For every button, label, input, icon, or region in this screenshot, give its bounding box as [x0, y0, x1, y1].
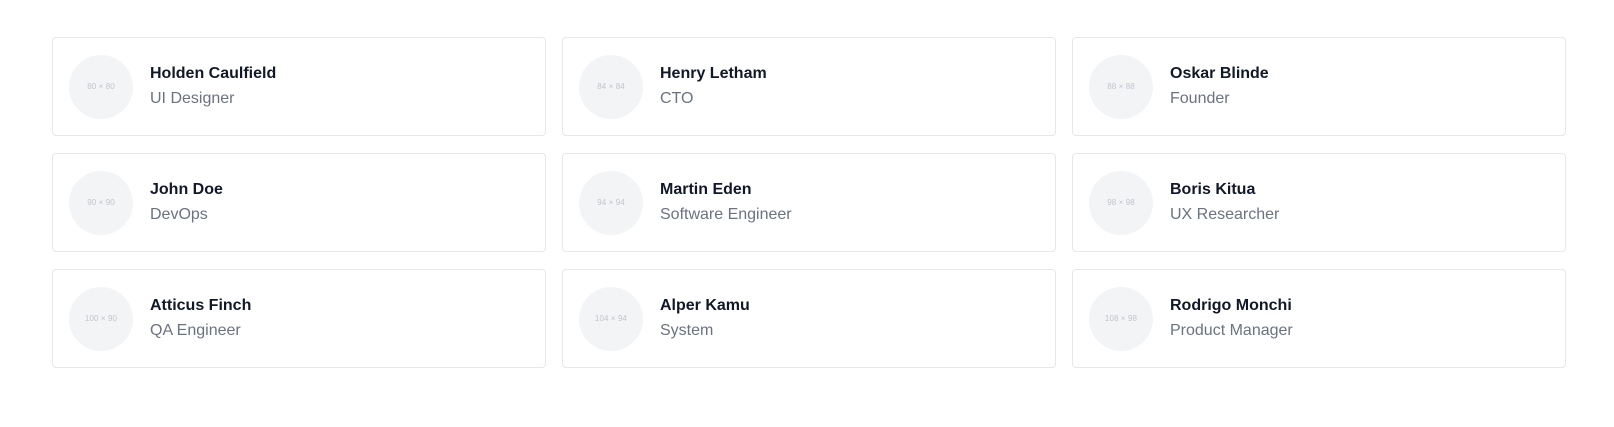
avatar: 108 × 98	[1089, 286, 1153, 351]
member-info: Atticus Finch QA Engineer	[150, 296, 251, 341]
avatar: 94 × 94	[579, 170, 643, 235]
avatar-placeholder-text: 88 × 88	[1107, 82, 1135, 91]
avatar: 98 × 98	[1089, 170, 1153, 235]
member-role: QA Engineer	[150, 322, 241, 339]
avatar-placeholder-text: 80 × 80	[87, 82, 115, 91]
page-container: 80 × 80 Holden Caulfield UI Designer 84 …	[0, 0, 1614, 427]
team-member-card[interactable]: 104 × 94 Alper Kamu System	[562, 269, 1056, 368]
member-name: Alper Kamu	[660, 297, 750, 314]
avatar-placeholder-text: 100 × 90	[84, 314, 118, 323]
member-role: UX Researcher	[1170, 206, 1280, 223]
member-name: Boris Kitua	[1170, 181, 1256, 198]
avatar: 100 × 90	[69, 286, 133, 351]
avatar-placeholder-text: 90 × 90	[87, 198, 115, 207]
member-role: DevOps	[150, 206, 208, 223]
team-member-card[interactable]: 90 × 90 John Doe DevOps	[52, 153, 546, 252]
avatar-placeholder-text: 98 × 98	[1107, 198, 1135, 207]
member-name: Atticus Finch	[150, 297, 252, 314]
member-name: Martin Eden	[660, 181, 752, 198]
avatar: 84 × 84	[579, 54, 643, 119]
avatar: 88 × 88	[1089, 54, 1153, 119]
member-info: Holden Caulfield UI Designer	[150, 64, 276, 109]
member-role: System	[660, 322, 714, 339]
member-name: John Doe	[150, 181, 223, 198]
team-member-card[interactable]: 80 × 80 Holden Caulfield UI Designer	[52, 37, 546, 136]
member-role: CTO	[660, 90, 694, 107]
member-info: Alper Kamu System	[660, 296, 750, 341]
member-role: Product Manager	[1170, 322, 1293, 339]
member-info: John Doe DevOps	[150, 180, 223, 225]
member-role: Software Engineer	[660, 206, 792, 223]
avatar-placeholder-text: 108 × 98	[1104, 314, 1138, 323]
team-grid: 80 × 80 Holden Caulfield UI Designer 84 …	[52, 37, 1567, 368]
avatar: 104 × 94	[579, 286, 643, 351]
member-role: UI Designer	[150, 90, 235, 107]
member-info: Henry Letham CTO	[660, 64, 767, 109]
member-info: Oskar Blinde Founder	[1170, 64, 1269, 109]
avatar-placeholder-text: 84 × 84	[597, 82, 625, 91]
avatar-placeholder-text: 104 × 94	[594, 314, 628, 323]
team-member-card[interactable]: 100 × 90 Atticus Finch QA Engineer	[52, 269, 546, 368]
team-member-card[interactable]: 94 × 94 Martin Eden Software Engineer	[562, 153, 1056, 252]
avatar: 80 × 80	[69, 54, 133, 119]
member-name: Holden Caulfield	[150, 65, 277, 82]
avatar: 90 × 90	[69, 170, 133, 235]
member-name: Henry Letham	[660, 65, 767, 82]
member-name: Oskar Blinde	[1170, 65, 1269, 82]
team-member-card[interactable]: 108 × 98 Rodrigo Monchi Product Manager	[1072, 269, 1566, 368]
member-info: Rodrigo Monchi Product Manager	[1170, 296, 1293, 341]
member-info: Martin Eden Software Engineer	[660, 180, 792, 225]
team-member-card[interactable]: 84 × 84 Henry Letham CTO	[562, 37, 1056, 136]
member-name: Rodrigo Monchi	[1170, 297, 1292, 314]
avatar-placeholder-text: 94 × 94	[597, 198, 625, 207]
member-info: Boris Kitua UX Researcher	[1170, 180, 1279, 225]
team-member-card[interactable]: 88 × 88 Oskar Blinde Founder	[1072, 37, 1566, 136]
team-member-card[interactable]: 98 × 98 Boris Kitua UX Researcher	[1072, 153, 1566, 252]
member-role: Founder	[1170, 90, 1230, 107]
